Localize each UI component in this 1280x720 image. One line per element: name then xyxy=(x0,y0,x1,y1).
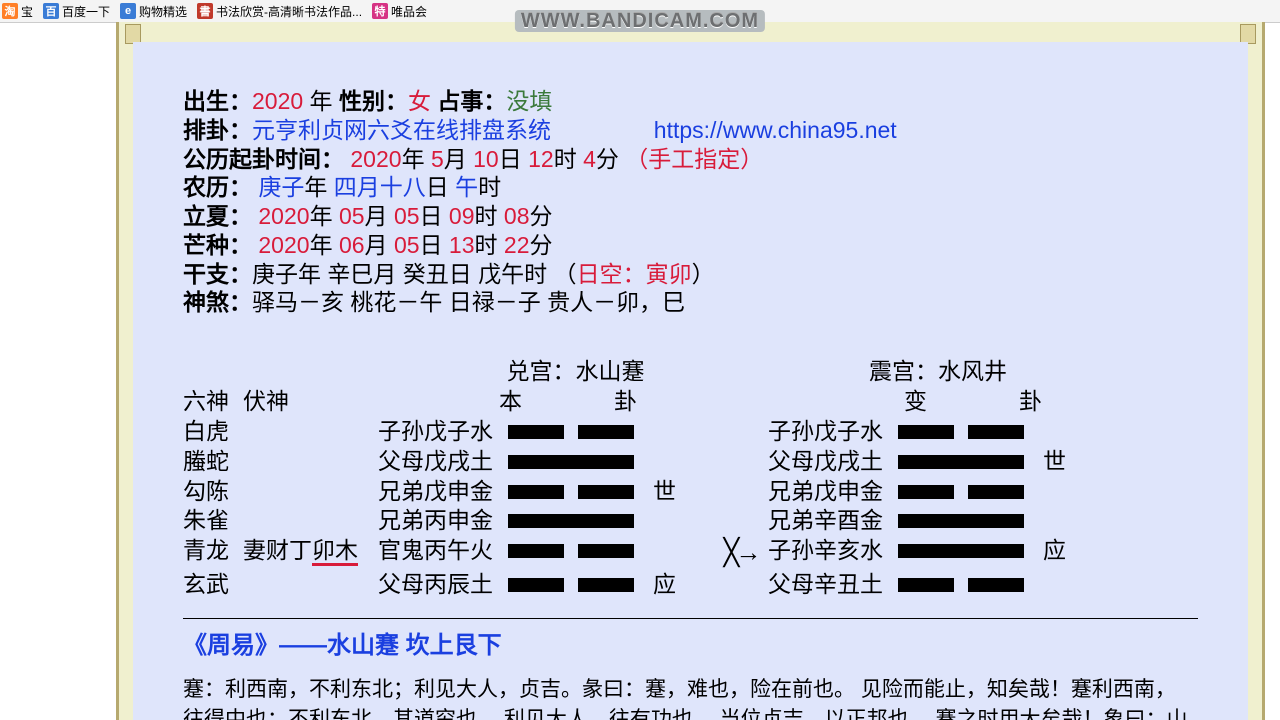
bengua-text: 子孙戊子水 xyxy=(378,417,508,447)
bookmark-bar: 淘 宝 百 百度一下 e 购物精选 書 书法欣赏-高清晰书法作品... 特 唯品… xyxy=(0,0,1280,23)
hex-row: 勾陈 兄弟戊申金 世 兄弟戊申金 xyxy=(183,477,1198,507)
liushen: 勾陈 xyxy=(183,477,243,507)
hexagram-table: 兑宫：水山蹇 震宫：水风井 六神 伏神 本 卦 变 卦 白虎 子孙戊子水 子孙戊子水… xyxy=(183,357,1198,600)
shiying-mark: 世 xyxy=(653,477,713,507)
yao-line xyxy=(508,506,653,536)
row-paigua: 排卦：元亨利贞网六爻在线排盘系统 https://www.china95.net xyxy=(183,116,1198,145)
bookmark-taobao[interactable]: 淘 宝 xyxy=(2,3,33,20)
fushen xyxy=(243,447,378,477)
hex-row: 朱雀 兄弟丙申金 兄弟辛酉金 xyxy=(183,506,1198,536)
shiying-mark xyxy=(653,506,713,536)
shiying-mark-bian xyxy=(1043,417,1083,447)
shiying-mark-bian xyxy=(1043,506,1083,536)
bookmark-shufa[interactable]: 書 书法欣赏-高清晰书法作品... xyxy=(197,3,362,20)
biangua-text: 父母戊戌土 xyxy=(768,447,898,477)
bengua-text: 父母戊戌土 xyxy=(378,447,508,477)
yao-line-bian xyxy=(898,477,1043,507)
fushen xyxy=(243,477,378,507)
shiying-mark-bian xyxy=(1043,570,1083,600)
row-ganzhi: 干支：庚子年 辛巳月 癸丑日 戊午时 （日空：寅卯） xyxy=(183,260,1198,289)
liushen: 朱雀 xyxy=(183,506,243,536)
yao-line-bian xyxy=(898,506,1043,536)
shiying-mark xyxy=(653,536,713,570)
shiying-mark xyxy=(653,447,713,477)
bookmark-label: 百度一下 xyxy=(62,3,110,20)
liushen: 白虎 xyxy=(183,417,243,447)
row-lixia: 立夏： 2020年 05月 05日 09时 08分 xyxy=(183,202,1198,231)
zhouyi-title: 《周易》——水山蹇 坎上艮下 xyxy=(183,631,1198,661)
shiying-mark: 应 xyxy=(653,570,713,600)
change-arrow xyxy=(713,417,768,447)
bookmark-label: 唯品会 xyxy=(391,3,427,20)
zhouyi-body: 蹇：利西南，不利东北；利见大人，贞吉。彖曰：蹇，难也，险在前也。 见险而能止，知… xyxy=(183,675,1198,720)
row-shensha: 神煞：驿马－亥 桃花－午 日禄－子 贵人－卯，巳 xyxy=(183,288,1198,317)
hex-row: 白虎 子孙戊子水 子孙戊子水 xyxy=(183,417,1198,447)
biangua-text: 兄弟辛酉金 xyxy=(768,506,898,536)
hex-row: 玄武 父母丙辰土 应 父母辛丑土 xyxy=(183,570,1198,600)
biangua-text: 父母辛丑土 xyxy=(768,570,898,600)
change-arrow xyxy=(713,570,768,600)
shufa-icon: 書 xyxy=(197,3,213,19)
liushen: 螣蛇 xyxy=(183,447,243,477)
baidu-icon: 百 xyxy=(43,3,59,19)
hex-palace-row: 兑宫：水山蹇 震宫：水风井 xyxy=(183,357,1198,387)
biangua-text: 子孙戊子水 xyxy=(768,417,898,447)
change-arrow: ╳→ xyxy=(713,536,768,570)
taobao-icon: 淘 xyxy=(2,3,18,19)
biangua-text: 子孙辛亥水 xyxy=(768,536,898,570)
bookmark-label: 宝 xyxy=(21,3,33,20)
bookmark-gouwu[interactable]: e 购物精选 xyxy=(120,3,187,20)
row-nongli: 农历： 庚子年 四月十八日 午时 xyxy=(183,173,1198,202)
divider xyxy=(183,618,1198,619)
bookmark-vip[interactable]: 特 唯品会 xyxy=(372,3,427,20)
yao-line xyxy=(508,570,653,600)
ie-icon: e xyxy=(120,3,136,19)
liushen: 青龙 xyxy=(183,536,243,570)
change-arrow xyxy=(713,506,768,536)
biangua-text: 兄弟戊申金 xyxy=(768,477,898,507)
binding-stub-left xyxy=(125,24,141,44)
fushen xyxy=(243,417,378,447)
hex-header-row: 六神 伏神 本 卦 变 卦 xyxy=(183,387,1198,417)
change-arrow xyxy=(713,447,768,477)
yao-line-bian xyxy=(898,536,1043,570)
vip-icon: 特 xyxy=(372,3,388,19)
row-gongli: 公历起卦时间： 2020年 5月 10日 12时 4分 （手工指定） xyxy=(183,145,1198,174)
binding-stub-right xyxy=(1240,24,1256,44)
yao-line-bian xyxy=(898,447,1043,477)
yao-line xyxy=(508,417,653,447)
yao-line xyxy=(508,477,653,507)
yao-line xyxy=(508,447,653,477)
row-mangzhong: 芒种： 2020年 06月 05日 13时 22分 xyxy=(183,231,1198,260)
content-sheet: 出生：2020 年 性别：女 占事：没填 排卦：元亨利贞网六爻在线排盘系统 ht… xyxy=(116,22,1265,720)
fushen xyxy=(243,570,378,600)
shiying-mark-bian: 世 xyxy=(1043,447,1083,477)
content-inner: 出生：2020 年 性别：女 占事：没填 排卦：元亨利贞网六爻在线排盘系统 ht… xyxy=(133,42,1248,720)
yao-line-bian xyxy=(898,570,1043,600)
shiying-mark-bian xyxy=(1043,477,1083,507)
bookmark-label: 购物精选 xyxy=(139,3,187,20)
bookmark-baidu[interactable]: 百 百度一下 xyxy=(43,3,110,20)
hex-row: 青龙妻财丁卯木官鬼丙午火 ╳→子孙辛亥水 应 xyxy=(183,536,1198,570)
shiying-mark-bian: 应 xyxy=(1043,536,1083,570)
hex-row: 螣蛇 父母戊戌土 父母戊戌土 世 xyxy=(183,447,1198,477)
yao-line xyxy=(508,536,653,570)
shiying-mark xyxy=(653,417,713,447)
fushen: 妻财丁卯木 xyxy=(243,536,378,570)
fushen xyxy=(243,506,378,536)
change-arrow xyxy=(713,477,768,507)
yao-line-bian xyxy=(898,417,1043,447)
source-url[interactable]: https://www.china95.net xyxy=(654,117,897,143)
bookmark-label: 书法欣赏-高清晰书法作品... xyxy=(216,3,362,20)
bengua-text: 官鬼丙午火 xyxy=(378,536,508,570)
row-birth: 出生：2020 年 性别：女 占事：没填 xyxy=(183,87,1198,116)
liushen: 玄武 xyxy=(183,570,243,600)
bengua-text: 父母丙辰土 xyxy=(378,570,508,600)
bengua-text: 兄弟戊申金 xyxy=(378,477,508,507)
bengua-text: 兄弟丙申金 xyxy=(378,506,508,536)
